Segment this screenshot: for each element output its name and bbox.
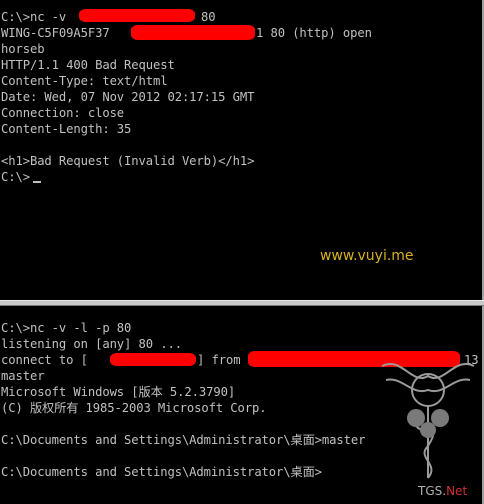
console-line-3: horseb bbox=[1, 42, 45, 56]
site-watermark: TGS.Net bbox=[418, 484, 467, 498]
console-line-2: listening on [any] 80 ... bbox=[1, 337, 182, 351]
console-line-8: Content-Length: 35 bbox=[1, 122, 132, 136]
console-line-2-tail: 1 80 (http) open bbox=[256, 26, 372, 40]
watermark-middle: GS. bbox=[425, 484, 447, 498]
console-line-2: WING-C5F09A5F37 bbox=[1, 26, 117, 40]
text-cursor bbox=[33, 181, 41, 183]
console-line-3-mid: ] from bbox=[197, 353, 241, 367]
top-console-window[interactable]: C:\>nc -v 80 WING-C5F09A5F37 1 80 (http)… bbox=[0, 0, 484, 300]
console-prompt: C:\> bbox=[1, 170, 30, 184]
redaction-mark bbox=[131, 25, 255, 40]
console-line-10: <h1>Bad Request (Invalid Verb)</h1> bbox=[1, 154, 255, 168]
redaction-mark bbox=[79, 9, 195, 22]
console-line-3: connect to [ bbox=[1, 353, 88, 367]
console-prompt: C:\Documents and Settings\Administrator\… bbox=[1, 465, 322, 479]
console-line-7: Connection: close bbox=[1, 106, 125, 120]
redaction-mark bbox=[110, 353, 196, 366]
console-line-6: Date: Wed, 07 Nov 2012 02:17:15 GMT bbox=[1, 90, 255, 104]
console-line-5: Content-Type: text/html bbox=[1, 74, 168, 88]
console-line-8: C:\Documents and Settings\Administrator\… bbox=[1, 433, 366, 447]
dragon-emblem-logo bbox=[381, 363, 475, 479]
console-line-4: master bbox=[1, 369, 45, 383]
watermark-suffix: Net bbox=[446, 484, 468, 498]
console-line-5: Microsoft Windows [版本 5.2.3790] bbox=[1, 385, 236, 399]
console-line-4: HTTP/1.1 400 Bad Request bbox=[1, 58, 175, 72]
watermark-text: www.vuyi.me bbox=[320, 248, 414, 264]
console-line-1: C:\>nc -v bbox=[1, 10, 74, 24]
console-line-1: C:\>nc -v -l -p 80 bbox=[1, 321, 132, 335]
console-line-1-tail: 80 bbox=[201, 10, 216, 24]
console-line-6: (C) 版权所有 1985-2003 Microsoft Corp. bbox=[1, 401, 267, 415]
